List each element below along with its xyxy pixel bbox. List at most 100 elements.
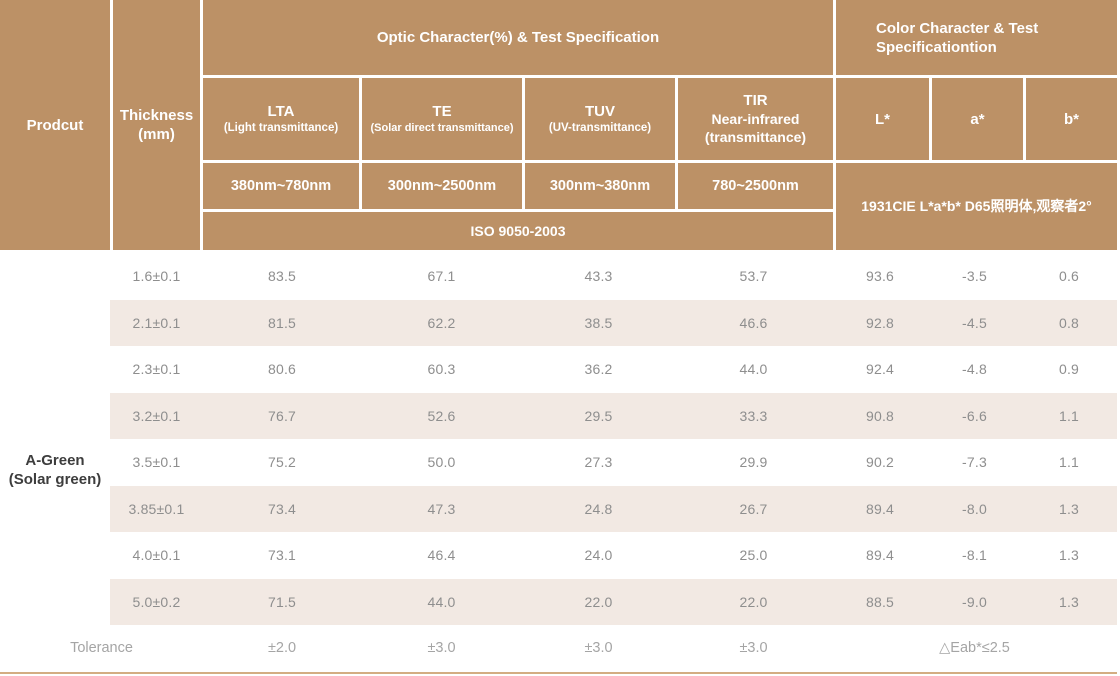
cell-a: -3.5 xyxy=(928,253,1021,300)
cell-tuv: 24.8 xyxy=(522,486,675,533)
table-header: Prodcut Thickness (mm) Optic Character(%… xyxy=(0,0,1117,250)
cell-a: -7.3 xyxy=(928,439,1021,486)
cell-tuv: 27.3 xyxy=(522,439,675,486)
cell-b: 0.9 xyxy=(1021,346,1117,393)
tolerance-row: Tolerance ±2.0 ±3.0 ±3.0 ±3.0 △Eab*≤2.5 xyxy=(0,625,1117,670)
cell-tuv: 24.0 xyxy=(522,532,675,579)
lta-desc: (Light transmittance) xyxy=(224,121,338,135)
astar-header-cell: a* xyxy=(932,78,1023,160)
cell-te: 50.0 xyxy=(361,439,522,486)
te-desc: (Solar direct transmittance) xyxy=(370,121,513,135)
tuv-header-cell: TUV (UV-transmittance) xyxy=(525,78,675,160)
cell-l: 93.6 xyxy=(832,253,928,300)
cell-thickness: 3.5±0.1 xyxy=(110,439,203,486)
row-band: 2.3±0.180.660.336.244.092.4-4.80.9 xyxy=(110,346,1117,393)
product-name-line2: (Solar green) xyxy=(0,470,110,489)
tolerance-label: Tolerance xyxy=(0,640,203,656)
row-band: 4.0±0.173.146.424.025.089.4-8.11.3 xyxy=(110,532,1117,579)
cell-lta: 73.1 xyxy=(203,532,361,579)
cell-te: 67.1 xyxy=(361,253,522,300)
cell-lta: 81.5 xyxy=(203,300,361,347)
thickness-header-cell: Thickness (mm) xyxy=(113,0,200,250)
tolerance-color: △Eab*≤2.5 xyxy=(832,640,1117,656)
tuv-range-cell: 300nm~380nm xyxy=(525,163,675,209)
cell-a: -4.8 xyxy=(928,346,1021,393)
cell-l: 92.4 xyxy=(832,346,928,393)
table-row: 2.1±0.181.562.238.546.692.8-4.50.8 xyxy=(0,300,1117,347)
cell-b: 1.3 xyxy=(1021,486,1117,533)
lta-abbr: LTA xyxy=(268,103,295,121)
cell-tir: 29.9 xyxy=(675,439,832,486)
cell-tir: 33.3 xyxy=(675,393,832,440)
cell-tir: 53.7 xyxy=(675,253,832,300)
cell-l: 90.8 xyxy=(832,393,928,440)
product-name-line1: A-Green xyxy=(0,451,110,470)
cell-b: 1.3 xyxy=(1021,532,1117,579)
color-section-title: Color Character & Test Specificationtion xyxy=(836,0,1117,75)
cell-l: 89.4 xyxy=(832,486,928,533)
cell-b: 1.3 xyxy=(1021,579,1117,626)
iso-standard-cell: ISO 9050-2003 xyxy=(203,212,833,250)
cell-thickness: 2.1±0.1 xyxy=(110,300,203,347)
cell-thickness: 3.2±0.1 xyxy=(110,393,203,440)
cell-tir: 25.0 xyxy=(675,532,832,579)
cie-standard-cell: 1931CIE L*a*b* D65照明体,观察者2° xyxy=(836,163,1117,250)
cell-thickness: 4.0±0.1 xyxy=(110,532,203,579)
cell-lta: 80.6 xyxy=(203,346,361,393)
lstar-label: L* xyxy=(875,110,890,129)
astar-label: a* xyxy=(970,110,984,129)
row-product-spacer xyxy=(0,253,110,300)
row-band: 3.2±0.176.752.629.533.390.8-6.61.1 xyxy=(110,393,1117,440)
color-section-title-text: Color Character & Test Specificationtion xyxy=(876,19,1103,57)
cell-tuv: 22.0 xyxy=(522,579,675,626)
cell-te: 62.2 xyxy=(361,300,522,347)
lta-range-cell: 380nm~780nm xyxy=(203,163,359,209)
te-range-cell: 300nm~2500nm xyxy=(362,163,522,209)
optic-section-title: Optic Character(%) & Test Specification xyxy=(203,0,833,75)
cell-tir: 46.6 xyxy=(675,300,832,347)
spec-table: Prodcut Thickness (mm) Optic Character(%… xyxy=(0,0,1117,674)
cell-a: -6.6 xyxy=(928,393,1021,440)
tolerance-tuv: ±3.0 xyxy=(522,640,675,656)
cell-lta: 71.5 xyxy=(203,579,361,626)
cell-lta: 75.2 xyxy=(203,439,361,486)
data-rows: 1.6±0.183.567.143.353.793.6-3.50.62.1±0.… xyxy=(0,253,1117,625)
lstar-header-cell: L* xyxy=(836,78,929,160)
cell-a: -8.0 xyxy=(928,486,1021,533)
product-header-cell: Prodcut xyxy=(0,0,110,250)
row-product-spacer xyxy=(0,393,110,440)
row-band: 3.85±0.173.447.324.826.789.4-8.01.3 xyxy=(110,486,1117,533)
cell-l: 89.4 xyxy=(832,532,928,579)
tir-range-cell: 780~2500nm xyxy=(678,163,833,209)
cell-b: 1.1 xyxy=(1021,393,1117,440)
cell-b: 0.8 xyxy=(1021,300,1117,347)
tolerance-tir: ±3.0 xyxy=(675,640,832,656)
table-row: 3.5±0.175.250.027.329.990.2-7.31.1 xyxy=(0,439,1117,486)
cell-a: -8.1 xyxy=(928,532,1021,579)
thickness-header-label: Thickness (mm) xyxy=(119,106,194,144)
row-band: 2.1±0.181.562.238.546.692.8-4.50.8 xyxy=(110,300,1117,347)
row-product-spacer xyxy=(0,532,110,579)
table-body: 1.6±0.183.567.143.353.793.6-3.50.62.1±0.… xyxy=(0,253,1117,625)
cell-l: 92.8 xyxy=(832,300,928,347)
te-abbr: TE xyxy=(432,103,451,121)
row-band: 1.6±0.183.567.143.353.793.6-3.50.6 xyxy=(110,253,1117,300)
cell-lta: 83.5 xyxy=(203,253,361,300)
optic-section-title-text: Optic Character(%) & Test Specification xyxy=(377,28,659,47)
tuv-desc: (UV-transmittance) xyxy=(549,121,651,135)
cell-tir: 26.7 xyxy=(675,486,832,533)
bstar-header-cell: b* xyxy=(1026,78,1117,160)
cell-l: 88.5 xyxy=(832,579,928,626)
cell-tir: 22.0 xyxy=(675,579,832,626)
row-product-spacer xyxy=(0,486,110,533)
cell-l: 90.2 xyxy=(832,439,928,486)
cell-thickness: 5.0±0.2 xyxy=(110,579,203,626)
product-header-label: Prodcut xyxy=(27,116,84,135)
cell-te: 47.3 xyxy=(361,486,522,533)
table-row: 3.85±0.173.447.324.826.789.4-8.01.3 xyxy=(0,486,1117,533)
cell-thickness: 2.3±0.1 xyxy=(110,346,203,393)
cell-thickness: 1.6±0.1 xyxy=(110,253,203,300)
cell-tuv: 36.2 xyxy=(522,346,675,393)
table-row: 3.2±0.176.752.629.533.390.8-6.61.1 xyxy=(0,393,1117,440)
te-header-cell: TE (Solar direct transmittance) xyxy=(362,78,522,160)
